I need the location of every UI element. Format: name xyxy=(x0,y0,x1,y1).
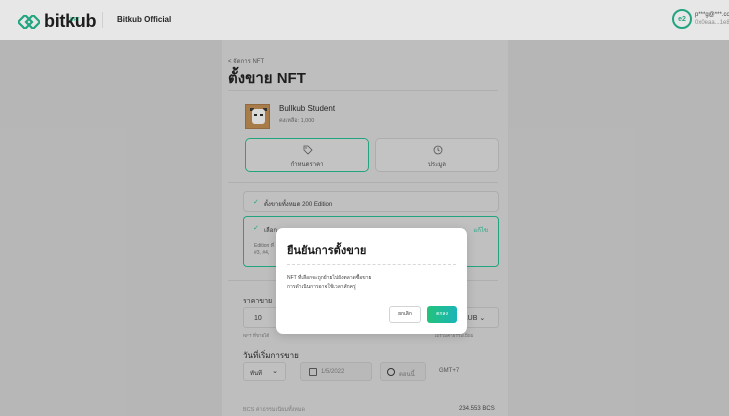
dialog-message: การดำเนินการอาจใช้เวลาสักครู่ xyxy=(287,284,356,290)
cancel-button[interactable]: ยกเลิก xyxy=(389,306,421,323)
modal-backdrop[interactable] xyxy=(0,0,729,416)
dialog-message: NFT ที่เลือกจะถูกย้ายไปยังตลาดซื้อขาย xyxy=(287,275,372,281)
dialog-title: ยืนยันการตั้งขาย xyxy=(287,245,367,257)
dialog-divider xyxy=(287,264,456,265)
confirm-sale-dialog: ยืนยันการตั้งขาย NFT ที่เลือกจะถูกย้ายไป… xyxy=(276,228,467,334)
confirm-button[interactable]: ตกลง xyxy=(427,306,457,323)
